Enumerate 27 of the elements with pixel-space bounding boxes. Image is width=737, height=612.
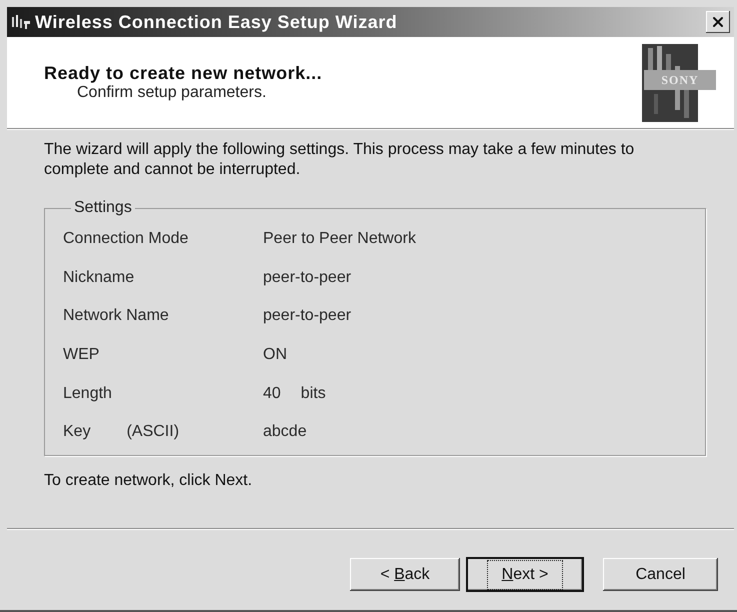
setting-label: Length — [63, 384, 112, 404]
setting-label: WEP — [63, 345, 100, 366]
logo-text: SONY — [644, 70, 716, 90]
intro-text: The wizard will apply the following settings. This process may take a few minutes to complete and cannot be interrupted. — [44, 140, 636, 180]
back-button[interactable]: < Back — [350, 558, 460, 591]
cancel-button[interactable]: Cancel — [603, 558, 718, 591]
setting-value: abcde — [263, 422, 307, 442]
setting-label: Nickname — [63, 268, 134, 288]
setting-label: Key — [63, 422, 91, 442]
setting-label: Network Name — [63, 306, 169, 326]
setting-qualifier: (ASCII) — [126, 422, 180, 442]
setting-label: Connection Mode — [63, 229, 188, 250]
hint-text: To create network, click Next. — [44, 470, 254, 491]
bars-icon — [11, 14, 31, 30]
next-button[interactable]: Next > — [467, 558, 583, 591]
group-title: Settings — [73, 198, 133, 218]
setting-value: peer-to-peer — [263, 306, 352, 326]
setting-value: ON — [263, 345, 287, 366]
setting-unit: bits — [300, 384, 326, 404]
header-subtitle: Confirm setup parameters. — [77, 83, 268, 102]
setting-value: Peer to Peer Network — [263, 229, 416, 250]
window-title: Wireless Connection Easy Setup Wizard — [35, 10, 398, 34]
setting-value: 40 — [263, 384, 281, 404]
close-button[interactable] — [706, 11, 730, 33]
header-title: Ready to create new network... — [44, 62, 322, 82]
setting-value: peer-to-peer — [263, 268, 352, 288]
close-icon — [710, 14, 726, 30]
